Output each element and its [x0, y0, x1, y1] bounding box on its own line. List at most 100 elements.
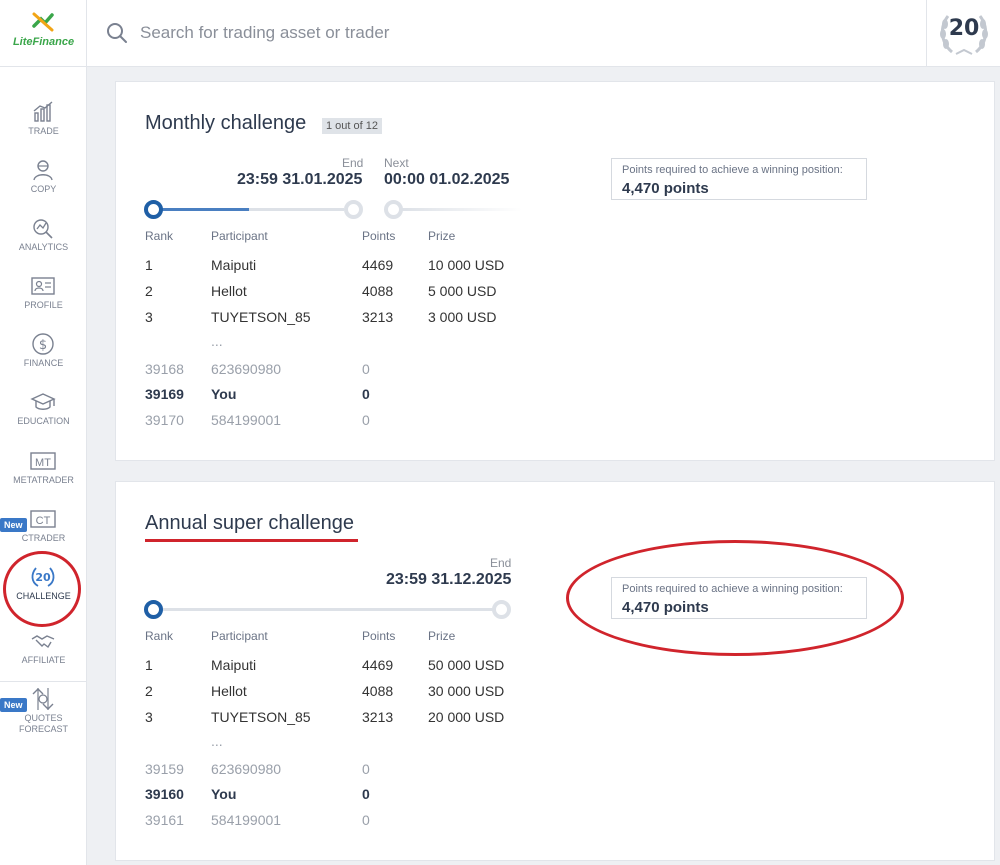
- progress-track: [154, 608, 494, 611]
- points-cell: 4469: [362, 257, 394, 273]
- points-required-value: 4,470 points: [622, 599, 709, 616]
- end-date: 23:59 31.12.2025: [386, 571, 512, 588]
- participant-cell: You: [211, 786, 237, 802]
- logo-mark-icon: [32, 12, 54, 32]
- rank-cell: 39170: [145, 412, 184, 428]
- new-badge: New: [0, 698, 27, 712]
- svg-text:$: $: [39, 338, 47, 353]
- sidebar-item-label: FINANCE: [23, 358, 64, 368]
- sidebar-item-label: ANALYTICS: [18, 242, 69, 252]
- sidebar-item-quotes-forecast[interactable]: New QUOTES FORECAST: [0, 686, 87, 756]
- rank-cell: 3: [145, 309, 153, 325]
- mt-icon: MT: [30, 452, 56, 470]
- points-cell: 0: [362, 786, 370, 802]
- rank-cell: 39168: [145, 361, 184, 377]
- end-date: 23:59 31.01.2025: [237, 171, 363, 188]
- sidebar-item-label: CHALLENGE: [16, 591, 71, 601]
- progress-start-dot: [144, 600, 163, 619]
- logo-text: LiteFinance: [12, 36, 75, 48]
- rank-cell: 3: [145, 709, 153, 725]
- prize-cell: 30 000 USD: [428, 683, 505, 699]
- title-highlight-underline: [145, 539, 358, 542]
- points-cell: 3213: [362, 709, 394, 725]
- rank-cell: 39169: [145, 386, 184, 402]
- sidebar-item-label: QUOTES FORECAST: [18, 713, 68, 734]
- annual-challenge-title: Annual super challenge: [145, 512, 355, 534]
- annual-challenge-card: Annual super challenge End 23:59 31.12.2…: [115, 481, 995, 861]
- rank-cell: 2: [145, 683, 153, 699]
- points-required-value: 4,470 points: [622, 180, 709, 197]
- table-ellipsis: ...: [211, 333, 223, 349]
- anniversary-number: 20: [948, 16, 980, 41]
- points-cell: 0: [362, 386, 370, 402]
- header-prize: Prize: [428, 629, 456, 643]
- mt-icon-text: MT: [35, 457, 51, 469]
- points-cell: 0: [362, 761, 370, 777]
- header-prize: Prize: [428, 229, 456, 243]
- prize-cell: 20 000 USD: [428, 709, 505, 725]
- sidebar-item-label: EDUCATION: [17, 416, 70, 426]
- sidebar-item-label: COPY: [30, 184, 57, 194]
- search-input[interactable]: [138, 18, 838, 48]
- profile-card-icon: [31, 277, 55, 295]
- participant-cell: You: [211, 386, 237, 402]
- end-label: End: [342, 156, 364, 170]
- laurel-20-icon: 20: [31, 567, 55, 587]
- points-required-box: Points required to achieve a winning pos…: [611, 158, 867, 200]
- sidebar-item-education[interactable]: EDUCATION: [0, 389, 87, 447]
- progress-start-dot: [144, 200, 163, 219]
- rank-cell: 1: [145, 257, 153, 273]
- monthly-progress: [144, 200, 524, 220]
- sidebar-item-challenge[interactable]: 20 CHALLENGE: [0, 564, 87, 622]
- rank-cell: 39160: [145, 786, 184, 802]
- quotes-forecast-icon: [32, 688, 54, 710]
- header-participant: Participant: [211, 629, 268, 643]
- points-cell: 4088: [362, 283, 394, 299]
- challenge-counter: 1 out of 12: [322, 118, 382, 134]
- rank-cell: 39161: [145, 812, 184, 828]
- annual-progress: [144, 600, 524, 620]
- rank-cell: 39159: [145, 761, 184, 777]
- participant-cell: 623690980: [211, 361, 282, 377]
- points-cell: 0: [362, 412, 370, 428]
- monthly-challenge-title: Monthly challenge: [145, 112, 307, 134]
- sidebar-item-label: PROFILE: [24, 300, 63, 310]
- progress-end-dot: [492, 600, 511, 619]
- points-cell: 3213: [362, 309, 394, 325]
- sidebar-item-trade[interactable]: TRADE: [0, 99, 87, 157]
- prize-cell: 3 000 USD: [428, 309, 497, 325]
- sidebar-item-copy[interactable]: COPY: [0, 157, 87, 215]
- participant-cell: 584199001: [211, 412, 282, 428]
- new-badge: New: [0, 518, 27, 532]
- sidebar-item-analytics[interactable]: ANALYTICS: [0, 215, 87, 273]
- logo[interactable]: LiteFinance: [0, 0, 87, 67]
- search-icon: [107, 23, 127, 43]
- sidebar-item-label: METATRADER: [13, 475, 74, 485]
- chart-bars-icon: [33, 101, 53, 122]
- participant-cell: Hellot: [211, 683, 247, 699]
- sidebar-item-label: TRADE: [28, 126, 59, 136]
- sidebar-item-affiliate[interactable]: AFFILIATE: [0, 628, 87, 686]
- sidebar-item-finance[interactable]: $ FINANCE: [0, 331, 87, 389]
- next-date: 00:00 01.02.2025: [384, 171, 510, 188]
- rank-cell: 1: [145, 657, 153, 673]
- sidebar-item-metatrader[interactable]: MT METATRADER: [0, 448, 87, 506]
- points-cell: 0: [362, 812, 370, 828]
- top-bar: LiteFinance 20: [0, 0, 1000, 67]
- header-points: Points: [362, 229, 396, 243]
- sidebar-item-ctrader[interactable]: CT New CTRADER: [0, 506, 87, 564]
- points-required-box: Points required to achieve a winning pos…: [611, 577, 867, 619]
- participant-cell: 584199001: [211, 812, 282, 828]
- graduation-cap-icon: [30, 393, 56, 410]
- laurel-20-text: 20: [35, 571, 51, 584]
- ct-icon: CT: [30, 510, 56, 528]
- progress-end-dot: [344, 200, 363, 219]
- points-cell: 0: [362, 361, 370, 377]
- end-label: End: [490, 556, 512, 570]
- sidebar-item-profile[interactable]: PROFILE: [0, 273, 87, 331]
- points-cell: 4469: [362, 657, 394, 673]
- dollar-icon: $: [32, 333, 54, 355]
- anniversary-badge[interactable]: 20: [926, 0, 1000, 67]
- prize-cell: 5 000 USD: [428, 283, 497, 299]
- sidebar-item-label: CTRADER: [21, 533, 66, 543]
